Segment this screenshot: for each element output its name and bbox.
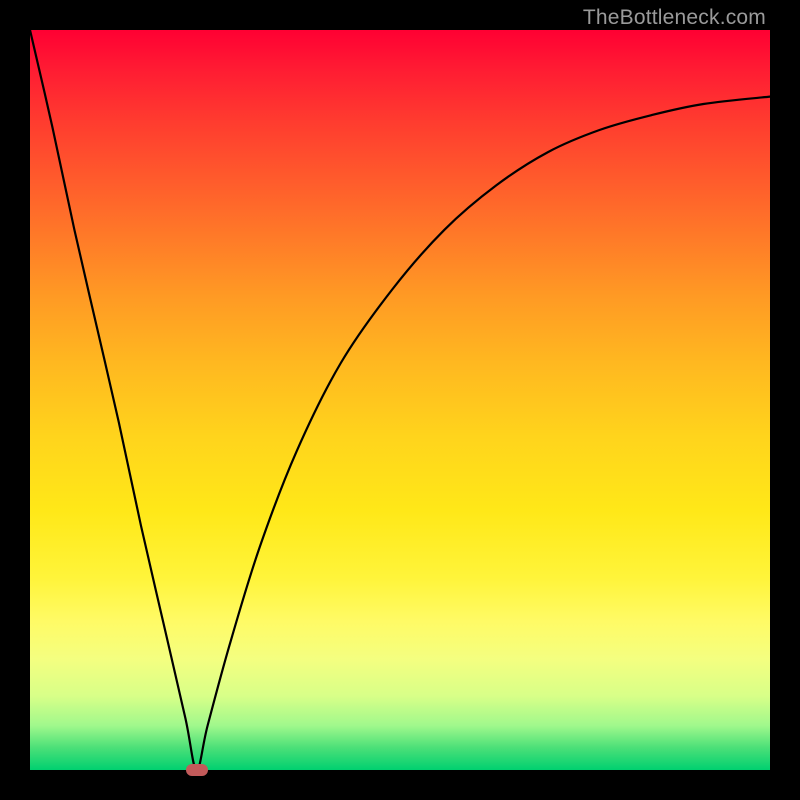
minimum-marker: [186, 764, 208, 776]
watermark-label: TheBottleneck.com: [583, 6, 766, 30]
curve-svg: [30, 30, 770, 770]
bottleneck-curve-path: [30, 30, 770, 770]
chart-frame: TheBottleneck.com: [0, 0, 800, 800]
plot-area: [30, 30, 770, 770]
